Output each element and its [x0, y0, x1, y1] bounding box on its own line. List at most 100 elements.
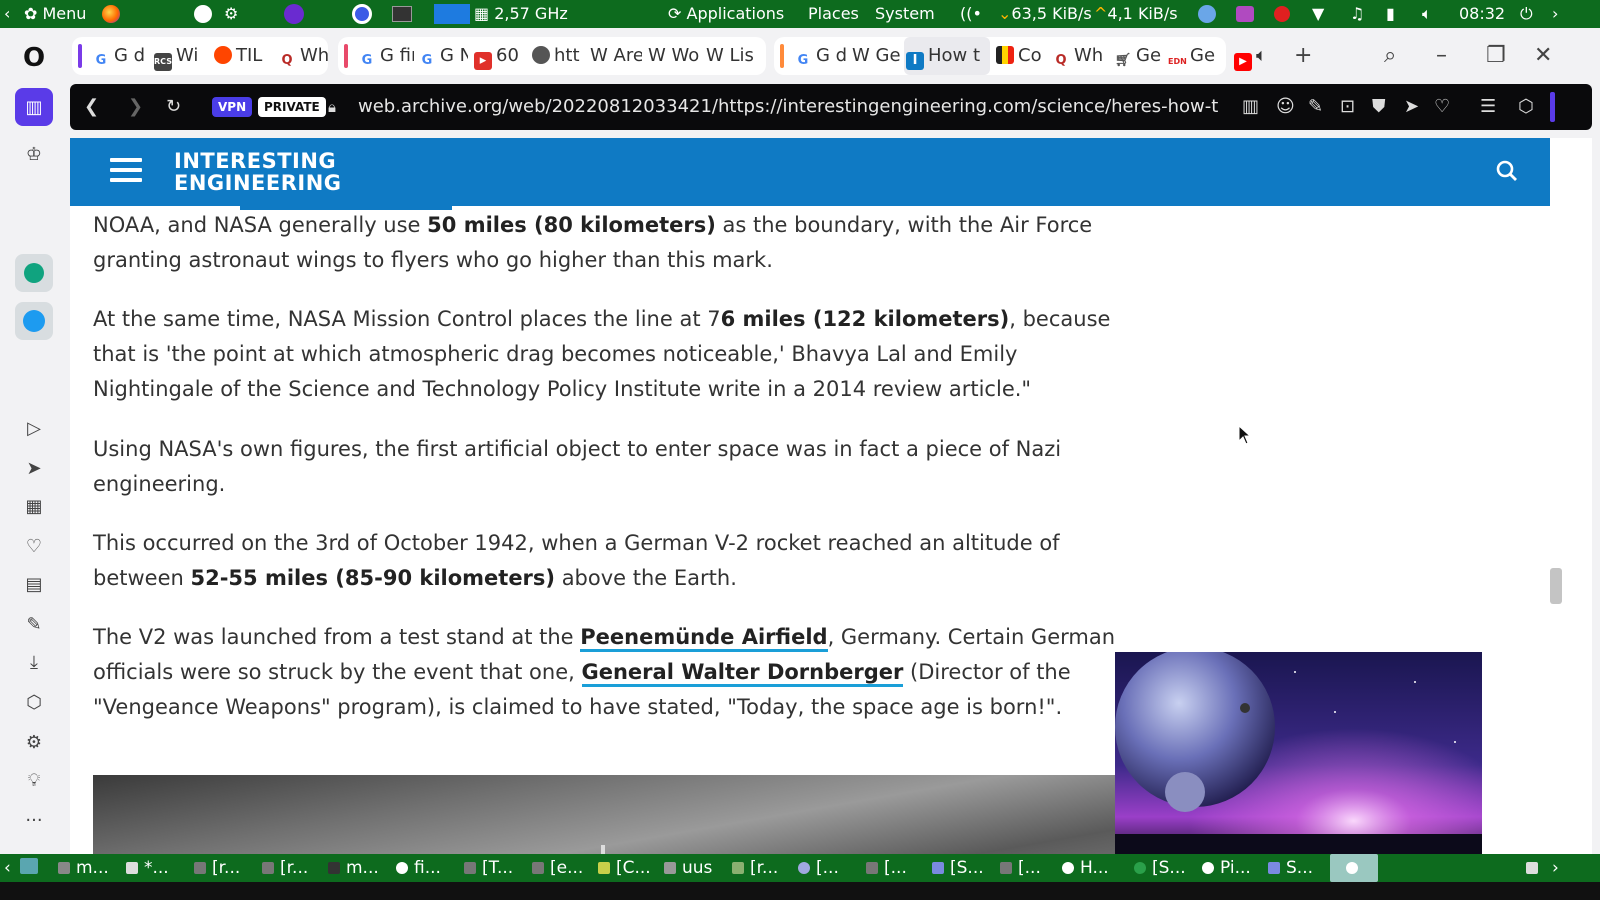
settings-gears-icon[interactable]: ⚙: [224, 0, 238, 28]
twitter-sidebar-icon[interactable]: [15, 302, 53, 340]
site-search-icon[interactable]: [1494, 158, 1520, 184]
taskbar-item[interactable]: [...: [798, 854, 839, 882]
tab[interactable]: Co: [994, 37, 1046, 75]
bookmarks-heart-icon[interactable]: ♡: [14, 528, 54, 564]
applications-menu[interactable]: ⟳ Applications: [668, 0, 784, 28]
tab[interactable]: TIL: [212, 37, 272, 75]
taskbar-item[interactable]: *...: [126, 854, 169, 882]
tab[interactable]: GG firs: [356, 37, 414, 75]
settings-icon[interactable]: ⚙: [14, 724, 54, 760]
link-walter-dornberger[interactable]: General Walter Dornberger: [581, 660, 904, 687]
taskbar-item[interactable]: [r...: [262, 854, 308, 882]
speed-dial-icon[interactable]: ▦: [14, 488, 54, 524]
emoji-icon[interactable]: ☺: [1276, 84, 1295, 130]
taskbar-item[interactable]: Pi...: [1202, 854, 1251, 882]
edit-icon[interactable]: ✎: [1308, 84, 1323, 130]
audio-tray-icon[interactable]: [1236, 0, 1254, 28]
tab[interactable]: htt: [530, 37, 586, 75]
tab[interactable]: ▸ 60: [472, 37, 524, 75]
tab-active[interactable]: I How t: [904, 37, 990, 75]
snapshot-camera-icon[interactable]: ⊡: [1340, 84, 1355, 130]
taskbar-item[interactable]: [S...: [1134, 854, 1186, 882]
panel-right-arrow-icon[interactable]: ›: [1552, 0, 1558, 28]
page-scrollbar[interactable]: [1550, 138, 1592, 874]
taskbar-item[interactable]: m...: [58, 854, 109, 882]
minimize-button[interactable]: –: [1436, 42, 1447, 70]
taskbar-item[interactable]: [C...: [598, 854, 651, 882]
opera-launcher-icon[interactable]: [352, 0, 372, 28]
taskbar-item[interactable]: [...: [866, 854, 907, 882]
tab[interactable]: GG did: [90, 37, 146, 75]
firefox-launcher-icon[interactable]: [102, 0, 120, 28]
taskbar-item[interactable]: [S...: [932, 854, 984, 882]
places-menu[interactable]: Places: [808, 0, 859, 28]
scrollbar-thumb[interactable]: [1550, 568, 1562, 604]
volume-icon[interactable]: 🔈︎: [1422, 0, 1432, 28]
tab[interactable]: RCS Wi: [152, 37, 208, 75]
tab[interactable]: Q Wh: [1050, 37, 1102, 75]
reader-sidebar-icon[interactable]: ▥: [15, 88, 53, 126]
url-field[interactable]: web.archive.org/web/20220812033421/https…: [358, 84, 1308, 130]
podcast-app-icon[interactable]: [284, 0, 304, 28]
notification-bell-icon[interactable]: ♫: [1350, 0, 1364, 28]
taskbar-item[interactable]: uus: [664, 854, 712, 882]
hamburger-menu-icon[interactable]: [110, 158, 142, 186]
pinboard-icon[interactable]: ✎: [14, 606, 54, 642]
news-icon[interactable]: ▤: [14, 566, 54, 602]
accessibility-icon[interactable]: [194, 0, 212, 28]
taskbar-item[interactable]: [...: [1000, 854, 1041, 882]
reload-button[interactable]: ↻: [166, 84, 181, 130]
taskbar-left-arrow-icon[interactable]: ‹: [4, 854, 11, 882]
bookmark-heart-icon[interactable]: ♡: [1434, 84, 1450, 130]
taskbar-right-arrow-icon[interactable]: ›: [1552, 854, 1559, 882]
more-icon[interactable]: ···: [14, 802, 54, 838]
tab[interactable]: Q Wh: [276, 37, 328, 75]
terminal-launcher-icon[interactable]: [392, 0, 412, 28]
forward-button[interactable]: ❯: [128, 84, 143, 130]
tab[interactable]: 🛒︎ Ge: [1112, 37, 1164, 75]
back-button[interactable]: ❮: [84, 84, 99, 130]
wifi-icon[interactable]: ((•: [960, 0, 982, 28]
new-tab-button[interactable]: +: [1294, 42, 1312, 70]
tab[interactable]: W Wo: [646, 37, 702, 75]
vpn-shield-tray-icon[interactable]: ▼: [1312, 0, 1324, 28]
extensions-icon[interactable]: ⬡: [1518, 84, 1534, 130]
tray-recycle-icon[interactable]: [1526, 854, 1544, 882]
record-tray-icon[interactable]: [1274, 0, 1290, 28]
chatgpt-sidebar-icon[interactable]: [15, 254, 53, 292]
close-window-button[interactable]: ✕: [1534, 42, 1552, 70]
crown-icon[interactable]: ♔: [14, 136, 54, 172]
easy-setup-icon[interactable]: ☰: [1480, 84, 1496, 130]
menu-button[interactable]: ✿ Menu: [24, 0, 86, 28]
tab[interactable]: EDN Ge: [1166, 37, 1224, 75]
taskbar-item[interactable]: S...: [1268, 854, 1313, 882]
send-icon[interactable]: ➤: [14, 450, 54, 486]
taskbar-item[interactable]: [r...: [194, 854, 240, 882]
extensions-cube-icon[interactable]: ⬡: [14, 684, 54, 720]
taskbar-item[interactable]: fi...: [396, 854, 441, 882]
qbittorrent-tray-icon[interactable]: [1198, 0, 1216, 28]
panel-left-arrow-icon[interactable]: ‹: [4, 0, 10, 28]
site-logo[interactable]: INTERESTING ENGINEERING: [174, 150, 342, 194]
downloads-icon[interactable]: ⤓: [14, 644, 54, 680]
player-icon[interactable]: ▷: [14, 410, 54, 446]
taskbar-item[interactable]: [e...: [532, 854, 583, 882]
send-to-icon[interactable]: ➤: [1404, 84, 1419, 130]
taskbar-item[interactable]: m...: [328, 854, 379, 882]
tab[interactable]: W Ge: [850, 37, 902, 75]
vpn-badge[interactable]: VPN: [212, 97, 253, 117]
taskbar-item[interactable]: [T...: [464, 854, 513, 882]
opera-menu-icon[interactable]: O: [14, 40, 54, 76]
show-desktop-icon[interactable]: [20, 854, 44, 882]
system-menu[interactable]: System: [875, 0, 935, 28]
youtube-media-tab[interactable]: ▶ 🔈︎: [1232, 37, 1280, 75]
tab-search-icon[interactable]: ⌕: [1384, 42, 1396, 70]
link-peenemunde-airfield[interactable]: Peenemünde Airfield: [580, 625, 828, 652]
tab[interactable]: GG did: [792, 37, 848, 75]
taskbar-item-active[interactable]: [1330, 854, 1378, 882]
picture-in-picture-video[interactable]: [1115, 652, 1482, 858]
lock-icon[interactable]: 🔒︎: [328, 84, 336, 130]
tab[interactable]: W Are: [588, 37, 642, 75]
battery-icon[interactable]: ▮: [1386, 0, 1395, 28]
taskbar-item[interactable]: H...: [1062, 854, 1109, 882]
